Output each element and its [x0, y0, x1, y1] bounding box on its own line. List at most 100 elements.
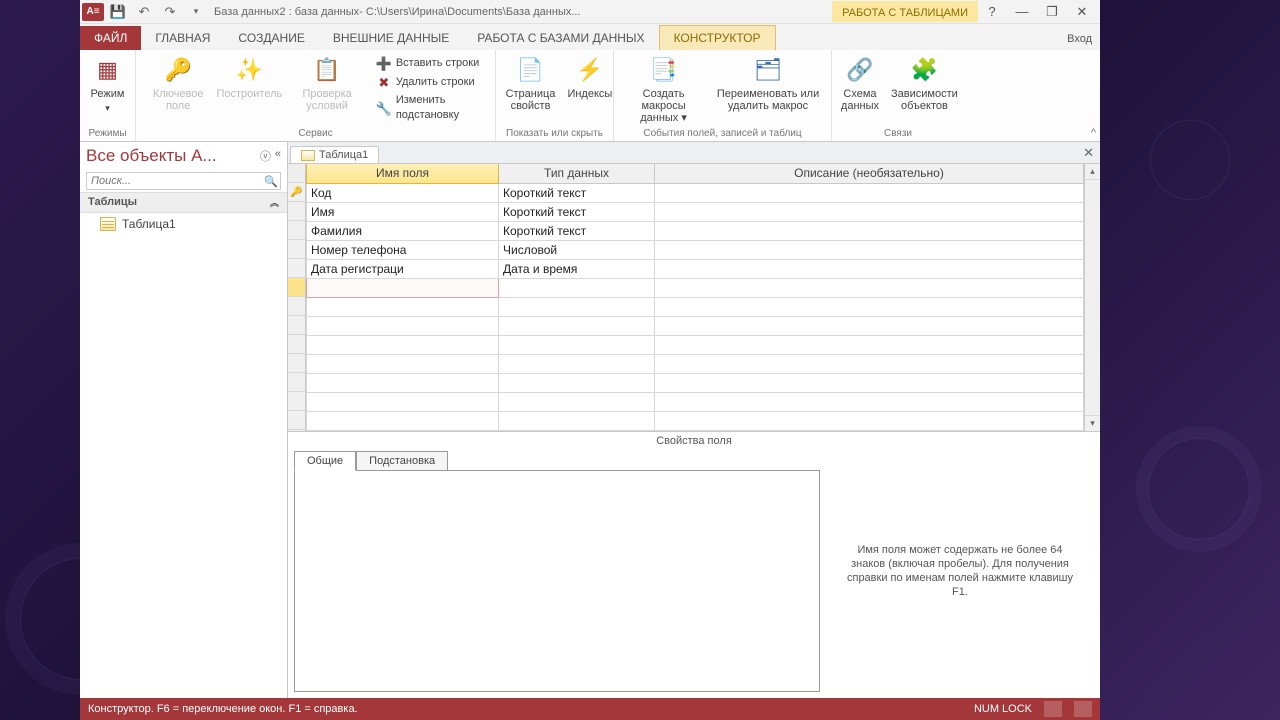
scroll-up-icon[interactable]: ▴ — [1085, 164, 1100, 180]
select-all-corner[interactable] — [288, 164, 305, 183]
rename-delete-macro-button[interactable]: 🗂 Переименовать или удалить макрос — [711, 52, 825, 114]
vertical-scrollbar[interactable]: ▴ ▾ — [1084, 164, 1100, 431]
nav-title[interactable]: Все объекты A... — [86, 146, 217, 166]
cell-name[interactable]: Фамилия — [307, 221, 499, 240]
restore-icon[interactable]: ❐ — [1038, 1, 1066, 23]
cell-desc[interactable] — [655, 221, 1084, 240]
document-tab-table1[interactable]: Таблица1 — [290, 146, 379, 163]
nav-category-tables[interactable]: Таблицы ︽ — [80, 192, 287, 213]
numlock-indicator: NUM LOCK — [974, 703, 1032, 715]
row-selector[interactable] — [288, 392, 305, 411]
datasheet-view-button[interactable] — [1044, 701, 1062, 717]
row-selector[interactable] — [288, 278, 305, 297]
create-data-macros-button[interactable]: 📑 Создать макросы данных ▾ — [620, 52, 707, 126]
qat-dropdown-icon[interactable]: ▾ — [184, 1, 208, 23]
field-properties-title: Свойства поля — [288, 432, 1100, 450]
collapse-ribbon-icon[interactable]: ^ — [1091, 127, 1096, 139]
cell-name[interactable]: Имя — [307, 202, 499, 221]
redo-icon[interactable]: ↷ — [158, 1, 182, 23]
search-input[interactable] — [87, 173, 262, 189]
table-icon — [100, 217, 116, 231]
nav-collapse-icon[interactable]: « — [275, 148, 281, 164]
primary-key-button[interactable]: 🔑 Ключевое поле — [142, 52, 214, 114]
help-icon[interactable]: ? — [978, 1, 1006, 23]
undo-icon[interactable]: ↶ — [132, 1, 156, 23]
tab-database-tools[interactable]: РАБОТА С БАЗАМИ ДАННЫХ — [463, 26, 658, 50]
row-selector[interactable] — [288, 297, 305, 316]
table-row — [307, 316, 1084, 335]
row-selector[interactable] — [288, 240, 305, 259]
ribbon-tabs: ФАЙЛ ГЛАВНАЯ СОЗДАНИЕ ВНЕШНИЕ ДАННЫЕ РАБ… — [80, 24, 1100, 50]
save-icon[interactable]: 💾 — [106, 1, 130, 23]
cell-type[interactable]: Короткий текст — [499, 202, 655, 221]
tab-lookup[interactable]: Подстановка — [356, 451, 448, 471]
close-icon[interactable]: ✕ — [1068, 1, 1096, 23]
validation-icon: 📋 — [311, 54, 343, 86]
cell-desc[interactable] — [655, 240, 1084, 259]
cell-name[interactable]: Номер телефона — [307, 240, 499, 259]
cell-type[interactable]: Дата и время — [499, 259, 655, 278]
design-view-button[interactable] — [1074, 701, 1092, 717]
col-data-type[interactable]: Тип данных — [499, 164, 655, 183]
delete-rows-button[interactable]: ✖Удалить строки — [374, 73, 489, 91]
cell-type[interactable] — [499, 278, 655, 297]
datasheet-icon: ▦ — [92, 54, 124, 86]
row-selector[interactable] — [288, 202, 305, 221]
col-field-name[interactable]: Имя поля — [307, 164, 499, 183]
cell-name[interactable]: Код — [307, 183, 499, 202]
row-selector[interactable] — [288, 354, 305, 373]
row-selector[interactable] — [288, 373, 305, 392]
cell-name[interactable] — [307, 278, 499, 297]
col-description[interactable]: Описание (необязательно) — [655, 164, 1084, 183]
nav-item-table1[interactable]: Таблица1 — [80, 213, 287, 235]
group-events-label: События полей, записей и таблиц — [620, 128, 825, 141]
table-row: ИмяКороткий текст — [307, 202, 1084, 221]
row-selector[interactable] — [288, 335, 305, 354]
tab-file[interactable]: ФАЙЛ — [80, 26, 141, 50]
cell-type[interactable]: Короткий текст — [499, 221, 655, 240]
row-selector[interactable] — [288, 411, 305, 430]
object-dependencies-button[interactable]: 🧩 Зависимости объектов — [888, 52, 960, 114]
indexes-button[interactable]: ⚡ Индексы — [568, 52, 612, 102]
validation-button[interactable]: 📋 Проверка условий — [284, 52, 369, 114]
property-sheet-body[interactable] — [294, 470, 820, 692]
tab-home[interactable]: ГЛАВНАЯ — [141, 26, 224, 50]
modify-lookups-button[interactable]: 🔧Изменить подстановку — [374, 92, 489, 124]
cell-desc[interactable] — [655, 202, 1084, 221]
property-help-text: Имя поля может содержать не более 64 зна… — [826, 450, 1094, 692]
relationships-button[interactable]: 🔗 Схема данных — [836, 52, 885, 114]
tab-external-data[interactable]: ВНЕШНИЕ ДАННЫЕ — [319, 26, 463, 50]
titlebar: A≡ 💾 ↶ ↷ ▾ База данных2 : база данных- C… — [80, 0, 1100, 24]
row-selector[interactable] — [288, 316, 305, 335]
cell-name[interactable]: Дата регистраци — [307, 259, 499, 278]
cell-desc[interactable] — [655, 259, 1084, 278]
row-selector[interactable] — [288, 259, 305, 278]
cell-type[interactable]: Числовой — [499, 240, 655, 259]
search-icon[interactable]: 🔍 — [262, 173, 280, 189]
window-title: База данных2 : база данных- C:\Users\Ири… — [210, 6, 832, 18]
nav-dropdown-icon[interactable]: ⓥ — [260, 148, 271, 164]
ribbon: ▦ Режим ▾ Режимы 🔑 Ключевое поле ✨ Постр… — [80, 50, 1100, 142]
view-button[interactable]: ▦ Режим ▾ — [86, 52, 130, 116]
key-icon: 🔑 — [162, 54, 194, 86]
delete-row-icon: ✖ — [376, 74, 392, 90]
close-document-icon[interactable]: ✕ — [1083, 145, 1094, 161]
insert-rows-button[interactable]: ➕Вставить строки — [374, 54, 489, 72]
tab-general[interactable]: Общие — [294, 451, 356, 471]
sign-in-link[interactable]: Вход — [1059, 28, 1100, 50]
tab-create[interactable]: СОЗДАНИЕ — [224, 26, 318, 50]
wand-icon: ✨ — [233, 54, 265, 86]
status-text: Конструктор. F6 = переключение окон. F1 … — [88, 703, 358, 715]
row-selector[interactable]: 🔑 — [288, 183, 305, 202]
scroll-down-icon[interactable]: ▾ — [1085, 415, 1100, 431]
row-selector[interactable] — [288, 221, 305, 240]
cell-desc[interactable] — [655, 183, 1084, 202]
document-tabs: Таблица1 ✕ — [288, 142, 1100, 164]
minimize-icon[interactable]: — — [1008, 1, 1036, 23]
tab-design[interactable]: КОНСТРУКТОР — [659, 25, 776, 50]
table-row — [307, 373, 1084, 392]
property-sheet-button[interactable]: 📄 Страница свойств — [497, 52, 564, 114]
builder-button[interactable]: ✨ Построитель — [218, 52, 280, 102]
cell-type[interactable]: Короткий текст — [499, 183, 655, 202]
cell-desc[interactable] — [655, 278, 1084, 297]
